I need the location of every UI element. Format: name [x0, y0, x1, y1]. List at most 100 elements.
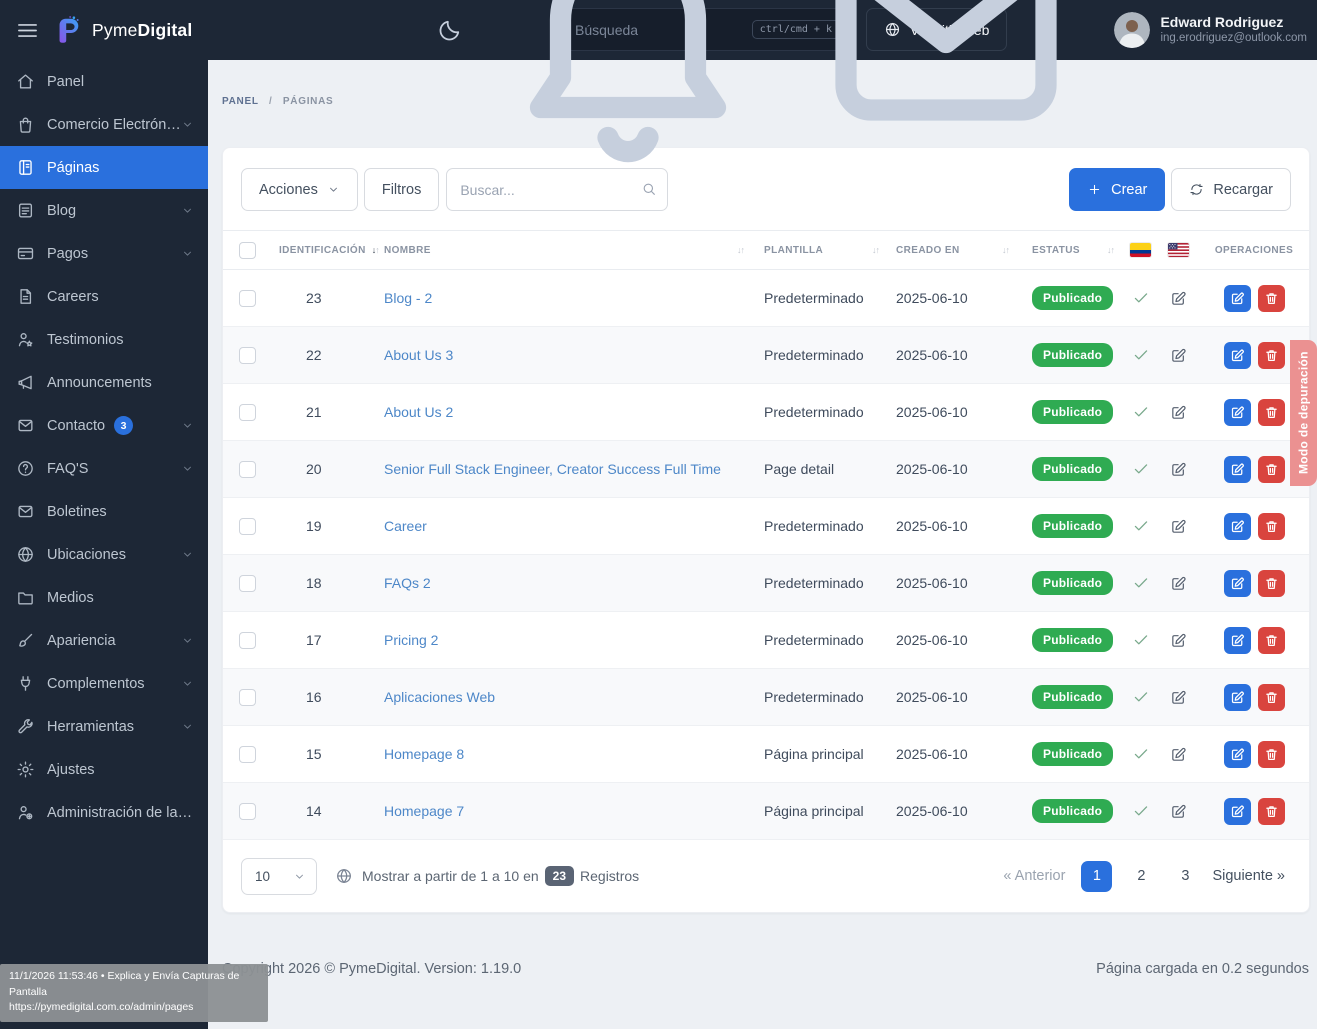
translate-edit-icon[interactable]	[1170, 575, 1187, 592]
edit-button[interactable]	[1224, 342, 1251, 369]
page-name-link[interactable]: FAQs 2	[384, 575, 431, 591]
actions-dropdown-button[interactable]: Acciones	[241, 168, 358, 211]
header-identificacion[interactable]: Identificación↓↑	[271, 245, 384, 256]
sidebar-item-apariencia[interactable]: Apariencia	[0, 619, 208, 662]
brand-logo[interactable]: PymeDigital	[54, 15, 192, 45]
delete-button[interactable]	[1258, 627, 1285, 654]
row-checkbox[interactable]	[239, 746, 256, 763]
edit-button[interactable]	[1224, 570, 1251, 597]
sidebar-item-announcements[interactable]: Announcements	[0, 361, 208, 404]
page-name-link[interactable]: About Us 2	[384, 404, 453, 420]
delete-button[interactable]	[1258, 456, 1285, 483]
avatar[interactable]	[1114, 12, 1150, 48]
pagination-prev[interactable]: « Anterior	[997, 861, 1071, 892]
sidebar-item-boletines[interactable]: Boletines	[0, 490, 208, 533]
pagination-next[interactable]: Siguiente »	[1206, 861, 1291, 892]
pagination-page-3[interactable]: 3	[1170, 861, 1200, 892]
delete-button[interactable]	[1258, 399, 1285, 426]
page-name-link[interactable]: Career	[384, 518, 427, 534]
sidebar-item-careers[interactable]: Careers	[0, 275, 208, 318]
header-plantilla[interactable]: Plantilla↓↑	[754, 245, 889, 256]
sidebar-item-complementos[interactable]: Complementos	[0, 662, 208, 705]
translate-edit-icon[interactable]	[1170, 632, 1187, 649]
tooltip-line-1: 11/1/2026 11:53:46 • Explica y Envía Cap…	[9, 969, 259, 1001]
row-checkbox[interactable]	[239, 290, 256, 307]
delete-button[interactable]	[1258, 570, 1285, 597]
debug-mode-ribbon[interactable]: Modo de depuración	[1290, 340, 1317, 486]
megaphone-icon	[16, 373, 35, 392]
sidebar-item-comercio-electronico[interactable]: Comercio Electrónico	[0, 103, 208, 146]
refresh-icon	[1189, 182, 1204, 197]
header-nombre[interactable]: Nombre↓↑	[384, 245, 754, 256]
delete-button[interactable]	[1258, 285, 1285, 312]
sidebar-item-herramientas[interactable]: Herramientas	[0, 705, 208, 748]
row-checkbox[interactable]	[239, 347, 256, 364]
edit-button[interactable]	[1224, 513, 1251, 540]
translate-edit-icon[interactable]	[1170, 461, 1187, 478]
per-page-select[interactable]: 10	[241, 858, 317, 895]
header-creado-en[interactable]: Creado en↓↑	[889, 245, 1019, 256]
sidebar-item-medios[interactable]: Medios	[0, 576, 208, 619]
translate-edit-icon[interactable]	[1170, 347, 1187, 364]
edit-button[interactable]	[1224, 684, 1251, 711]
translate-edit-icon[interactable]	[1170, 746, 1187, 763]
sidebar-item-ubicaciones[interactable]: Ubicaciones	[0, 533, 208, 576]
sidebar-item-blog[interactable]: Blog	[0, 189, 208, 232]
row-checkbox[interactable]	[239, 461, 256, 478]
user-email: ing.erodriguez@outlook.com	[1160, 31, 1307, 46]
row-checkbox[interactable]	[239, 575, 256, 592]
messages-mail-icon[interactable]	[796, 0, 1096, 180]
edit-button[interactable]	[1224, 456, 1251, 483]
dark-mode-toggle[interactable]	[437, 18, 462, 43]
page-name-link[interactable]: Homepage 8	[384, 746, 464, 762]
row-checkbox[interactable]	[239, 689, 256, 706]
filters-button[interactable]: Filtros	[364, 168, 439, 211]
delete-button[interactable]	[1258, 741, 1285, 768]
page-name-link[interactable]: Homepage 7	[384, 803, 464, 819]
notifications-bell-icon[interactable]	[478, 0, 778, 180]
breadcrumb-panel-link[interactable]: Panel	[222, 96, 258, 107]
sidebar-item-paginas[interactable]: Páginas	[0, 146, 208, 189]
sidebar-item-contacto[interactable]: Contacto 3	[0, 404, 208, 447]
sidebar-item-administracion-de-la-plat[interactable]: Administración de la plat...	[0, 791, 208, 834]
table-row: 21 About Us 2 Predeterminado 2025-06-10 …	[223, 384, 1309, 441]
gear-icon	[16, 760, 35, 779]
page-name-link[interactable]: Aplicaciones Web	[384, 689, 495, 705]
row-checkbox[interactable]	[239, 404, 256, 421]
select-all-checkbox[interactable]	[239, 242, 256, 259]
translate-edit-icon[interactable]	[1170, 803, 1187, 820]
edit-button[interactable]	[1224, 399, 1251, 426]
translate-edit-icon[interactable]	[1170, 689, 1187, 706]
translate-edit-icon[interactable]	[1170, 290, 1187, 307]
translate-edit-icon[interactable]	[1170, 518, 1187, 535]
delete-button[interactable]	[1258, 342, 1285, 369]
edit-button[interactable]	[1224, 627, 1251, 654]
row-created: 2025-06-10	[889, 575, 1019, 591]
page-name-link[interactable]: Pricing 2	[384, 632, 438, 648]
row-checkbox[interactable]	[239, 803, 256, 820]
sidebar-item-panel[interactable]: Panel	[0, 60, 208, 103]
delete-button[interactable]	[1258, 798, 1285, 825]
user-menu[interactable]: Edward Rodriguez ing.erodriguez@outlook.…	[1160, 14, 1309, 46]
row-created: 2025-06-10	[889, 632, 1019, 648]
row-checkbox[interactable]	[239, 632, 256, 649]
row-checkbox[interactable]	[239, 518, 256, 535]
pagination-page-1[interactable]: 1	[1081, 861, 1112, 892]
delete-button[interactable]	[1258, 513, 1285, 540]
sidebar-item-faq-s[interactable]: FAQ'S	[0, 447, 208, 490]
page-name-link[interactable]: Senior Full Stack Engineer, Creator Succ…	[384, 461, 721, 477]
header-estatus[interactable]: Estatus↓↑	[1019, 245, 1124, 256]
menu-icon[interactable]	[16, 19, 39, 42]
translate-edit-icon[interactable]	[1170, 404, 1187, 421]
sidebar-item-ajustes[interactable]: Ajustes	[0, 748, 208, 791]
edit-button[interactable]	[1224, 741, 1251, 768]
delete-button[interactable]	[1258, 684, 1285, 711]
edit-button[interactable]	[1224, 798, 1251, 825]
sidebar-item-pagos[interactable]: Pagos	[0, 232, 208, 275]
page-name-link[interactable]: Blog - 2	[384, 290, 432, 306]
sidebar-item-testimonios[interactable]: Testimonios	[0, 318, 208, 361]
reload-button[interactable]: Recargar	[1171, 168, 1291, 211]
page-name-link[interactable]: About Us 3	[384, 347, 453, 363]
pagination-page-2[interactable]: 2	[1126, 861, 1156, 892]
edit-button[interactable]	[1224, 285, 1251, 312]
